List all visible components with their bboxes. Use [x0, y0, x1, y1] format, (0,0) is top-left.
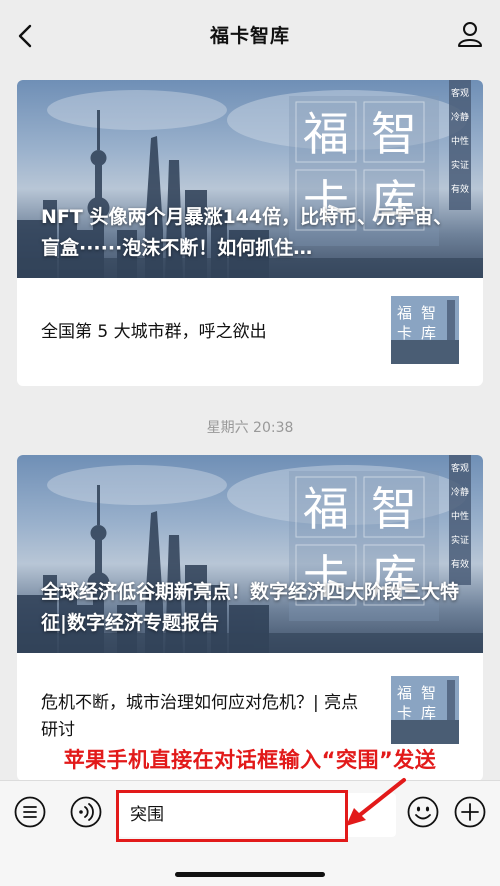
menu-list-icon[interactable] — [13, 795, 47, 829]
voice-icon[interactable] — [69, 795, 103, 829]
svg-text:库: 库 — [421, 704, 436, 722]
sub-article-title[interactable]: 全国第 5 大城市群，呼之欲出 — [41, 319, 371, 346]
cover-tag: 中性 — [451, 135, 469, 147]
svg-text:智: 智 — [421, 684, 436, 702]
person-icon[interactable] — [456, 20, 484, 48]
home-indicator — [175, 872, 325, 877]
cover-tag: 有效 — [451, 558, 469, 570]
cover-tag: 客观 — [451, 87, 469, 99]
sub-article-title[interactable]: 危机不断，城市治理如何应对危机？| 亮点研讨 — [41, 690, 371, 744]
red-arrow-icon — [346, 778, 406, 826]
chat-header: 福卡智库 — [0, 0, 500, 68]
brand-char: 智 — [371, 482, 417, 536]
svg-text:福: 福 — [397, 684, 412, 702]
message-timestamp: 星期六 20:38 — [206, 420, 294, 436]
sub-article-thumbnail: 福智 卡库 — [391, 296, 459, 364]
plus-icon[interactable] — [453, 795, 487, 829]
instruction-caption: 苹果手机直接在对话框输入“突围”发送 — [63, 748, 437, 772]
cover-tag: 客观 — [451, 462, 469, 474]
brand-char: 智 — [371, 107, 417, 161]
svg-text:福: 福 — [397, 304, 412, 322]
article-card[interactable]: 福 智 卡 库 客观 冷静 中性 实证 有效 全球经济低谷期新亮点！数字经济四大… — [17, 455, 483, 781]
chevron-left-icon[interactable] — [14, 22, 38, 50]
cover-tag: 冷静 — [451, 486, 469, 498]
article-headline[interactable]: NFT 头像两个月暴涨144倍，比特币、元宇宙、盲盒······泡沫不断！如何抓… — [41, 202, 469, 264]
chat-title: 福卡智库 — [209, 24, 290, 47]
svg-text:卡: 卡 — [397, 324, 412, 342]
cover-tag: 中性 — [451, 510, 469, 522]
input-highlight-box — [116, 790, 348, 842]
sub-article-row[interactable]: 全国第 5 大城市群，呼之欲出 福智 卡库 — [17, 278, 483, 386]
cover-tag: 冷静 — [451, 111, 469, 123]
svg-text:库: 库 — [421, 324, 436, 342]
brand-char: 福 — [303, 107, 349, 161]
article-cover[interactable]: 福 智 卡 库 客观 冷静 中性 实证 有效 全球经济低谷期新亮点！数字经济四大… — [17, 455, 483, 653]
svg-text:卡: 卡 — [397, 704, 412, 722]
cover-tag: 实证 — [451, 159, 469, 171]
brand-char: 福 — [303, 482, 349, 536]
article-cover[interactable]: 福 智 卡 库 客观 冷静 中性 实证 有效 NFT 头像两个月暴涨144倍，比… — [17, 80, 483, 278]
cover-tag: 有效 — [451, 183, 469, 195]
cover-tag: 实证 — [451, 534, 469, 546]
article-card[interactable]: 福 智 卡 库 客观 冷静 中性 实证 有效 NFT 头像两个月暴涨144倍，比… — [17, 80, 483, 386]
svg-text:智: 智 — [421, 304, 436, 322]
sub-article-thumbnail: 福智 卡库 — [391, 676, 459, 744]
article-headline[interactable]: 全球经济低谷期新亮点！数字经济四大阶段三大特征|数字经济专题报告 — [41, 577, 469, 639]
emoji-icon[interactable] — [406, 795, 440, 829]
